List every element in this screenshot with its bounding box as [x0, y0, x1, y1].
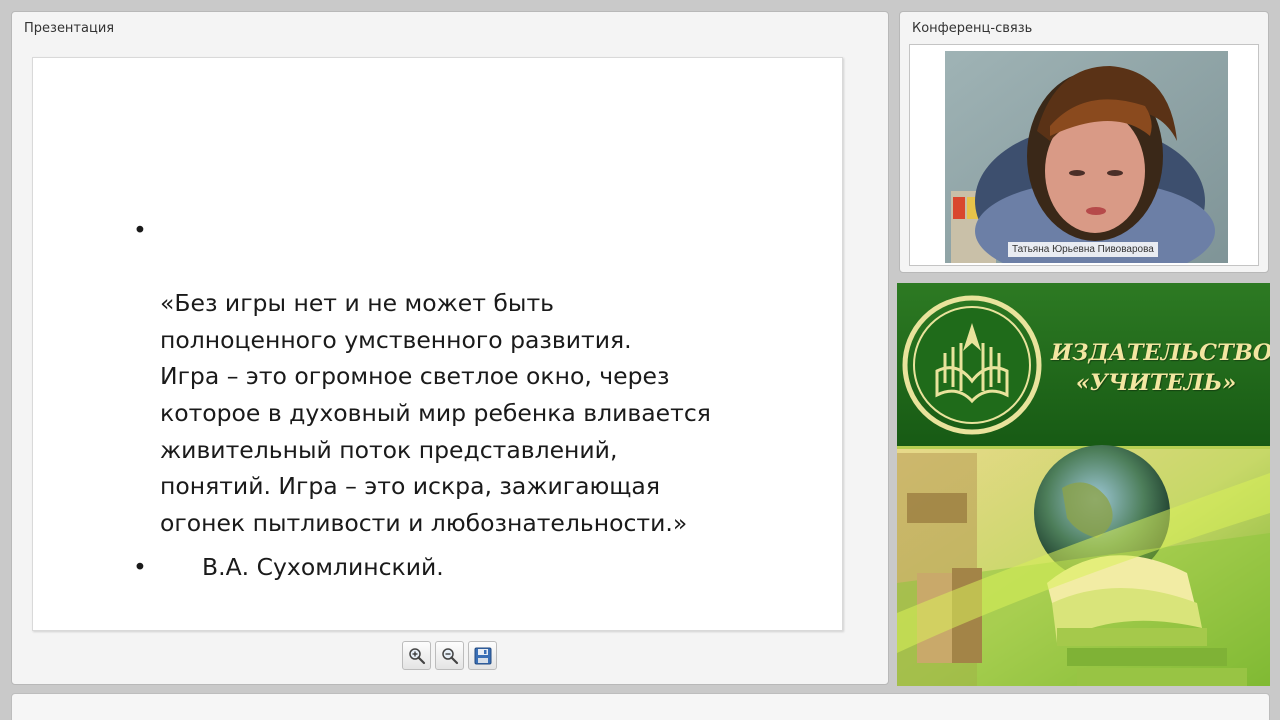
save-button[interactable]: [468, 641, 497, 670]
presentation-panel: Презентация • «Без игры нет и не может б…: [11, 11, 889, 685]
publisher-name-line1: ИЗДАТЕЛЬСТВО: [1051, 340, 1270, 366]
slide-author-text: В.А. Сухомлинский.: [202, 553, 444, 582]
publisher-banner[interactable]: ИЗДАТЕЛЬСТВО «УЧИТЕЛЬ»: [897, 283, 1270, 686]
conference-panel: Конференц-связь Татьяна Юрьевна Пивоваро…: [899, 11, 1269, 273]
conference-panel-title: Конференц-связь: [912, 21, 1033, 36]
zoom-in-icon: [408, 647, 425, 664]
participant-name-label: Татьяна Юрьевна Пивоварова: [1008, 242, 1158, 257]
zoom-out-icon: [441, 647, 458, 664]
video-frame: Татьяна Юрьевна Пивоварова: [909, 44, 1259, 266]
slide-quote-text: «Без игры нет и не может быть полноценно…: [160, 289, 711, 537]
bullet-marker: •: [133, 216, 147, 244]
zoom-out-button[interactable]: [435, 641, 464, 670]
presentation-slide: • «Без игры нет и не может быть полноцен…: [32, 57, 843, 631]
bullet-marker: •: [133, 553, 147, 582]
slide-author-item: • В.А. Сухомлинский.: [133, 549, 773, 586]
slide-quote-item: • «Без игры нет и не может быть полноцен…: [133, 212, 773, 541]
publisher-name-line2: «УЧИТЕЛЬ»: [1075, 370, 1237, 396]
publisher-name: ИЗДАТЕЛЬСТВО «УЧИТЕЛЬ»: [1051, 338, 1270, 398]
bottom-panel: [11, 693, 1270, 720]
webcam-image: [945, 51, 1228, 263]
floppy-disk-icon: [474, 647, 491, 664]
zoom-in-button[interactable]: [402, 641, 431, 670]
slide-bullet-list: • «Без игры нет и не может быть полноцен…: [133, 212, 773, 586]
presentation-toolbar: [402, 641, 497, 671]
participant-video[interactable]: Татьяна Юрьевна Пивоварова: [945, 51, 1228, 263]
presentation-panel-title: Презентация: [24, 21, 115, 36]
